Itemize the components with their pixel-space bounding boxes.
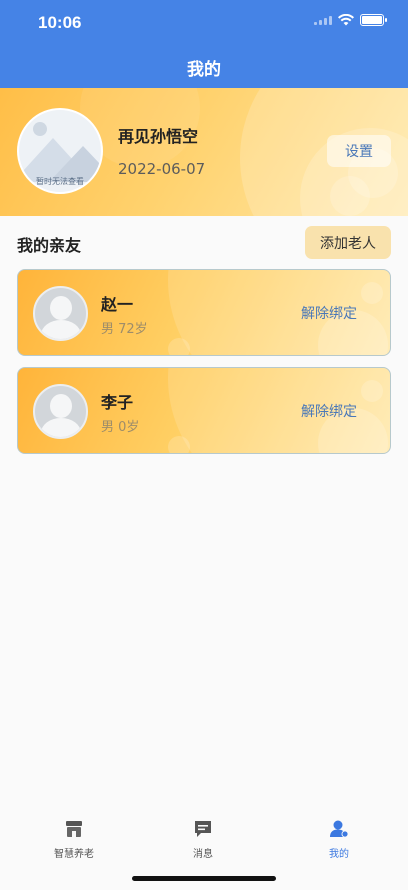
relative-card[interactable]: 赵一 男 72岁 解除绑定 <box>17 269 391 356</box>
relative-info: 男 72岁 <box>101 322 148 337</box>
username: 再见孙悟空 <box>118 127 199 146</box>
relative-name: 赵一 <box>101 295 134 314</box>
tab-label: 我的 <box>329 849 349 860</box>
relative-card[interactable]: 李子 男 0岁 解除绑定 <box>17 367 391 454</box>
unbind-button[interactable]: 解除绑定 <box>301 401 357 421</box>
avatar <box>33 286 88 341</box>
status-icons <box>314 14 387 26</box>
user-icon <box>330 820 349 838</box>
section-title: 我的亲友 <box>17 236 82 255</box>
unbind-button[interactable]: 解除绑定 <box>301 303 357 323</box>
store-icon <box>66 821 82 837</box>
message-icon <box>195 821 211 837</box>
home-indicator <box>132 876 276 881</box>
app-header: 10:06 我的 <box>0 0 408 88</box>
add-elder-button[interactable]: 添加老人 <box>305 226 391 259</box>
image-placeholder-icon <box>33 122 47 136</box>
profile-card: 暂时无法查看 再见孙悟空 2022-06-07 设置 <box>0 88 408 216</box>
status-time: 10:06 <box>38 13 82 32</box>
avatar <box>33 384 88 439</box>
wifi-icon <box>338 14 354 26</box>
profile-date: 2022-06-07 <box>118 160 206 178</box>
page-title: 我的 <box>187 60 221 80</box>
battery-icon <box>360 14 387 26</box>
relative-info: 男 0岁 <box>101 420 140 435</box>
status-bar: 10:06 <box>0 0 408 44</box>
tab-messages[interactable]: 消息 <box>158 818 248 860</box>
settings-button[interactable]: 设置 <box>327 135 391 167</box>
tab-mine[interactable]: 我的 <box>294 818 384 860</box>
tab-label: 消息 <box>193 849 213 860</box>
tab-smart-elderly-care[interactable]: 智慧养老 <box>29 818 119 860</box>
signal-icon <box>314 15 332 25</box>
avatar-placeholder-text: 暂时无法查看 <box>36 177 84 186</box>
relative-name: 李子 <box>101 393 134 412</box>
tab-label: 智慧养老 <box>54 849 94 860</box>
user-avatar[interactable]: 暂时无法查看 <box>17 108 103 194</box>
